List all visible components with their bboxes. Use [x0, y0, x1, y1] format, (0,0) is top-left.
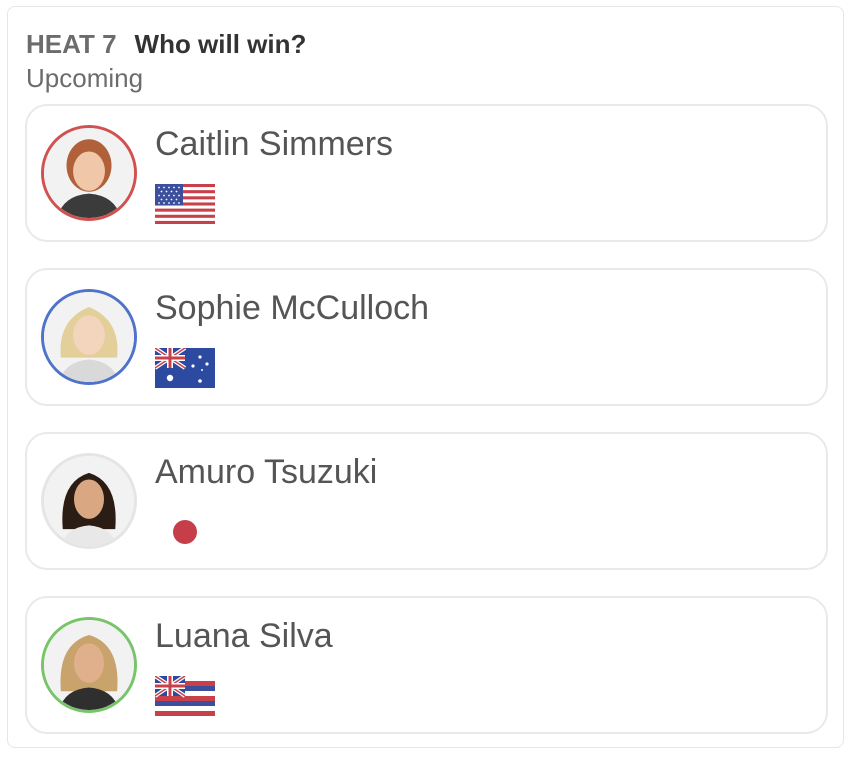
- japan-flag-icon: [155, 512, 215, 552]
- surfer-option-caitlin-simmers[interactable]: Caitlin Simmers: [25, 104, 828, 242]
- australia-flag-icon: [155, 348, 215, 388]
- avatar: [41, 617, 137, 713]
- surfer-option-amuro-tsuzuki[interactable]: Amuro Tsuzuki: [25, 432, 828, 570]
- surfer-name: Amuro Tsuzuki: [155, 453, 378, 491]
- avatar: [41, 125, 137, 221]
- prediction-question: Who will win?: [134, 29, 307, 59]
- surfer-photo: [44, 128, 134, 218]
- surfer-photo: [44, 292, 134, 382]
- surfer-option-luana-silva[interactable]: Luana Silva: [25, 596, 828, 734]
- heat-status: Upcoming: [26, 63, 144, 93]
- heat-title: HEAT 7 Who will win?: [26, 29, 306, 59]
- surfer-name: Sophie McCulloch: [155, 289, 430, 327]
- heat-header: HEAT 7 Who will win? Upcoming: [26, 29, 306, 93]
- surfer-photo: [44, 620, 134, 710]
- surfer-photo: [44, 456, 134, 546]
- heat-card: HEAT 7 Who will win? Upcoming Caitlin Sim…: [7, 6, 844, 748]
- avatar: [41, 289, 137, 385]
- avatar: [41, 453, 137, 549]
- surfer-name: Luana Silva: [155, 617, 333, 655]
- usa-flag-icon: [155, 184, 215, 224]
- surfer-name: Caitlin Simmers: [155, 125, 394, 163]
- hawaii-flag-icon: [155, 676, 215, 716]
- surfer-option-sophie-mcculloch[interactable]: Sophie McCulloch: [25, 268, 828, 406]
- heat-label: HEAT 7: [26, 29, 117, 59]
